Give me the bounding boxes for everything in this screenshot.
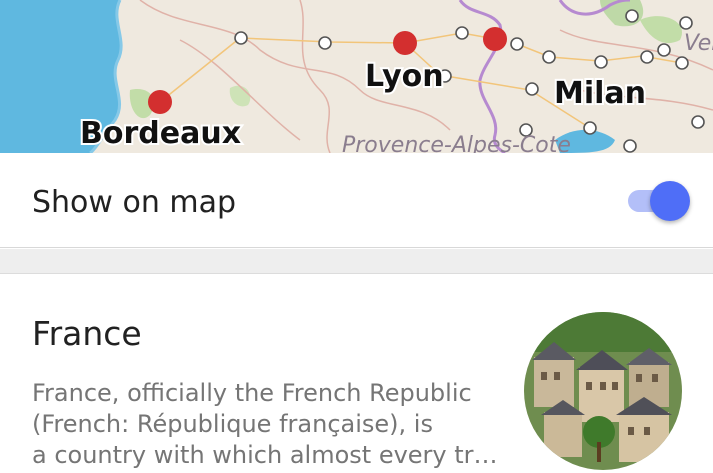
article-card[interactable]: France France, officially the French Rep…: [0, 274, 713, 473]
article-description: France, officially the French Republic (…: [32, 378, 502, 471]
city-label-milan: Milan: [554, 76, 646, 111]
city-marker-bordeaux[interactable]: [148, 90, 172, 114]
city-label-lyon: Lyon: [365, 59, 444, 94]
map-view[interactable]: Bordeaux Lyon Milan Provence-Alpes-Cote …: [0, 0, 713, 153]
show-on-map-label: Show on map: [32, 185, 237, 220]
description-line: (French: République française), is: [32, 410, 433, 438]
partial-region-label: Ver: [684, 31, 713, 56]
article-title: France: [32, 314, 142, 353]
show-on-map-switch[interactable]: [626, 181, 690, 221]
map-canvas[interactable]: Bordeaux Lyon Milan Provence-Alpes-Cote …: [0, 0, 713, 153]
switch-knob: [650, 181, 690, 221]
city-marker-geneva[interactable]: [483, 27, 507, 51]
city-marker-lyon[interactable]: [393, 31, 417, 55]
section-divider: [0, 249, 713, 274]
city-label-bordeaux: Bordeaux: [80, 116, 241, 151]
region-label: Provence-Alpes-Cote: [342, 133, 571, 153]
village-photo-icon: [524, 312, 682, 470]
description-line: a country with which almost every tr…: [32, 441, 498, 469]
description-line: France, officially the French Republic: [32, 379, 472, 407]
show-on-map-row[interactable]: Show on map: [0, 153, 713, 248]
